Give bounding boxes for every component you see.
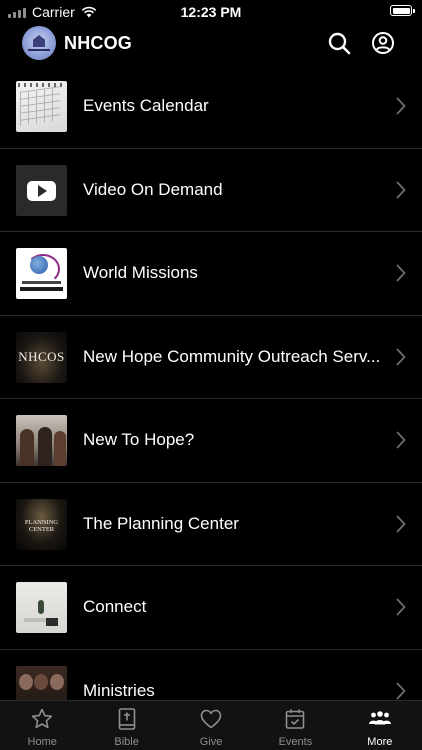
search-icon[interactable]	[327, 31, 351, 55]
menu-item-connect[interactable]: Connect	[0, 566, 422, 650]
chevron-right-icon	[396, 97, 406, 115]
menu-item-label: Connect	[83, 597, 147, 616]
app-header: NHCOG	[0, 26, 422, 62]
chevron-right-icon	[396, 598, 406, 616]
menu-item-community-outreach[interactable]: NHCOS New Hope Community Outreach Serv..…	[0, 316, 422, 399]
heart-icon	[200, 709, 222, 729]
world-missions-logo	[16, 248, 67, 299]
menu-item-label: Ministries	[83, 680, 155, 700]
tab-give[interactable]: Give	[169, 701, 253, 750]
tab-bible[interactable]: Bible	[84, 701, 168, 750]
tab-home[interactable]: Home	[0, 701, 84, 750]
tab-label: Give	[199, 736, 223, 748]
tab-label: More	[367, 736, 393, 748]
chevron-right-icon	[396, 515, 406, 532]
menu-item-label: Events Calendar	[83, 96, 209, 115]
people-photo-thumbnail	[16, 415, 67, 466]
chevron-right-icon	[396, 348, 406, 365]
bible-icon	[118, 708, 135, 730]
menu-item-new-to-hope[interactable]: New To Hope?	[0, 399, 422, 483]
status-bar: Carrier 12:23 PM	[0, 0, 422, 22]
menu-list: Events Calendar Video On Demand World Mi…	[0, 65, 422, 733]
chevron-right-icon	[396, 264, 406, 282]
chevron-right-icon	[396, 682, 406, 699]
menu-item-label: New Hope Community Outreach Serv...	[83, 346, 381, 366]
menu-item-events-calendar[interactable]: Events Calendar	[0, 65, 422, 149]
youtube-icon	[16, 164, 67, 216]
tab-more[interactable]: More	[338, 701, 422, 750]
app-screen: Carrier 12:23 PM NHCOG Events Calendar V…	[0, 0, 422, 750]
battery-icon	[390, 5, 415, 16]
desk-photo-thumbnail	[16, 582, 67, 633]
menu-item-label: World Missions	[83, 263, 198, 282]
status-time: 12:23 PM	[180, 4, 242, 20]
star-icon	[32, 708, 53, 729]
nhcos-logo-text: NHCOS	[18, 348, 65, 364]
church-logo[interactable]	[22, 26, 56, 60]
planning-center-logo-text: PLANNING CENTER	[24, 518, 59, 533]
chevron-right-icon	[396, 181, 406, 198]
menu-item-label: Video On Demand	[83, 179, 223, 199]
calendar-check-icon	[286, 709, 305, 729]
menu-item-planning-center[interactable]: PLANNING CENTER The Planning Center	[0, 483, 422, 566]
nhcos-logo: NHCOS	[16, 331, 67, 383]
calendar-thumbnail	[16, 81, 67, 132]
chevron-right-icon	[396, 431, 406, 449]
group-icon	[368, 711, 391, 725]
menu-item-world-missions[interactable]: World Missions	[0, 232, 422, 316]
tab-label: Home	[27, 736, 57, 748]
tab-bar: Home Bible Give Events More	[0, 700, 422, 750]
menu-item-label: New To Hope?	[83, 430, 195, 449]
tab-label: Events	[278, 736, 313, 748]
account-icon[interactable]	[371, 31, 395, 55]
planning-center-logo: PLANNING CENTER	[16, 498, 67, 550]
menu-item-label: The Planning Center	[83, 513, 239, 533]
tab-label: Bible	[114, 736, 139, 748]
menu-item-video-on-demand[interactable]: Video On Demand	[0, 149, 422, 232]
app-title: NHCOG	[64, 33, 132, 53]
tab-events[interactable]: Events	[253, 701, 337, 750]
